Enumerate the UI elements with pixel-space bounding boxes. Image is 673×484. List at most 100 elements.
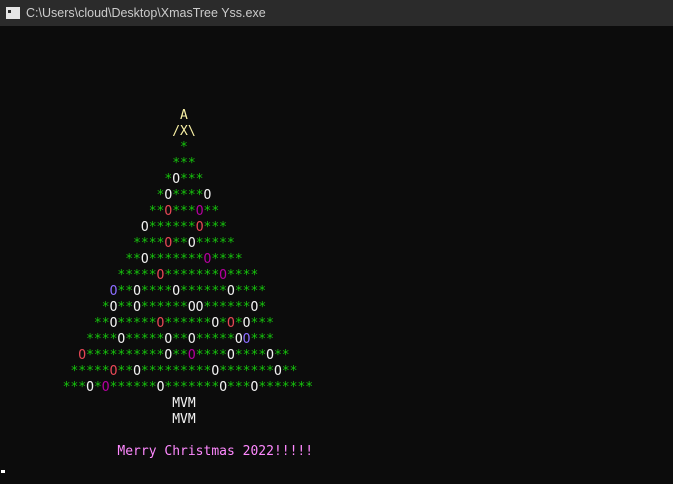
tree-text-segment: ****** <box>180 284 227 299</box>
tree-text-segment: Merry Christmas 2022!!!!! <box>117 444 314 459</box>
tree-text-segment: **** <box>211 252 243 267</box>
tree-text-segment: *** <box>203 220 227 235</box>
tree-text-segment: *** <box>250 316 274 331</box>
tree-text-segment: O <box>234 332 243 347</box>
tree-row: **O***O** <box>0 204 313 220</box>
tree-text-segment: O <box>187 348 196 363</box>
tree-text-segment: O <box>86 380 94 395</box>
title-bar: C:\Users\cloud\Desktop\XmasTree Yss.exe <box>0 0 673 26</box>
tree-text-segment: ** <box>203 204 220 219</box>
tree-row: O**O****O******O**** <box>0 284 313 300</box>
tree-text-segment: O <box>133 364 141 379</box>
tree-text-segment: *** <box>172 156 196 171</box>
tree-text-segment: ***** <box>125 332 165 347</box>
tree-text-segment: O <box>227 284 235 299</box>
tree-row: *****O**O*********O*******O** <box>0 364 313 380</box>
console-app-icon <box>6 7 20 19</box>
tree-text-segment: ** <box>93 316 110 331</box>
tree-text-segment: ****** <box>140 300 188 315</box>
tree-row: MVM <box>0 412 313 428</box>
tree-text-segment: O <box>273 364 282 379</box>
tree-text-segment: O <box>211 316 220 331</box>
tree-row: * <box>0 140 313 156</box>
tree-text-segment: O <box>78 348 87 363</box>
tree-text-segment: * <box>234 316 243 331</box>
tree-text-segment: ******* <box>148 252 204 267</box>
tree-row: O******O*** <box>0 220 313 236</box>
tree-text-segment: O <box>203 188 212 203</box>
tree-text-segment: ***** <box>70 364 110 379</box>
tree-text-segment: *** <box>62 380 87 395</box>
tree-text-segment: **** <box>133 236 165 251</box>
tree-text-segment: OO <box>187 300 204 315</box>
tree-row: /X\ <box>0 124 313 140</box>
tree-text-segment: O <box>133 300 141 315</box>
console-area[interactable]: A /X\ * *** *O*** *O****O **O***O** O***… <box>0 26 673 484</box>
tree-text-segment: ***** <box>117 316 157 331</box>
window-title: C:\Users\cloud\Desktop\XmasTree Yss.exe <box>26 6 266 20</box>
tree-text-segment: ***** <box>195 332 235 347</box>
tree-text-segment: ** <box>281 364 298 379</box>
tree-text-segment: ** <box>117 284 134 299</box>
tree-row: *O****O <box>0 188 313 204</box>
tree-text-segment: ** <box>125 252 141 267</box>
tree-text-segment: ** <box>172 236 188 251</box>
tree-text-segment: O <box>140 252 149 267</box>
text-cursor <box>1 470 5 473</box>
tree-row: *****O*******O**** <box>0 268 313 284</box>
tree-text-segment: O <box>227 316 235 331</box>
tree-text-segment: ***** <box>195 236 235 251</box>
tree-text-segment: ********* <box>140 364 212 379</box>
tree-text-segment: O <box>266 348 274 363</box>
tree-text-segment: O <box>195 220 204 235</box>
tree-text-segment: O <box>101 380 110 395</box>
tree-text-segment: O <box>187 236 196 251</box>
tree-row: ****O**O***** <box>0 236 313 252</box>
tree-text-segment: ******* <box>219 364 274 379</box>
tree-text-segment: ******* <box>258 380 314 395</box>
tree-row: *O**O******OO******O* <box>0 300 313 316</box>
tree-text-segment: ****** <box>109 380 157 395</box>
tree-text-segment: O <box>211 364 220 379</box>
tree-text-segment: * <box>258 300 267 315</box>
tree-text-segment: O <box>140 220 149 235</box>
tree-text-segment: O <box>227 348 235 363</box>
tree-row: MVM <box>0 396 313 412</box>
tree-text-segment: * <box>180 140 188 155</box>
tree-text-segment: **** <box>234 348 267 363</box>
tree-text-segment: O <box>172 172 181 187</box>
tree-text-segment: ** <box>148 204 165 219</box>
tree-text-segment: **** <box>172 188 204 203</box>
tree-text-segment: *** <box>227 380 251 395</box>
tree-text-segment: * <box>101 300 110 315</box>
tree-row: *** <box>0 156 313 172</box>
tree-text-segment: ****** <box>203 300 251 315</box>
tree-text-segment: **** <box>86 332 118 347</box>
tree-text-segment: O <box>195 204 204 219</box>
tree-row: ***O*O******O*******O***O******* <box>0 380 314 396</box>
tree-row: **O*****O******O*O*O*** <box>0 316 313 332</box>
tree-text-segment: O <box>219 380 228 395</box>
tree-text-segment: MVM <box>172 396 196 411</box>
tree-text-segment: ******* <box>164 380 220 395</box>
tree-text-segment: ********** <box>86 348 165 363</box>
tree-text-segment: ** <box>273 348 290 363</box>
tree-text-segment: O <box>187 332 196 347</box>
tree-row: A <box>0 108 313 124</box>
tree-text-segment: O <box>219 268 227 283</box>
tree-row: O**********O**O****O****O** <box>0 348 313 364</box>
tree-text-segment: *** <box>250 332 274 347</box>
tree-row: ****O*****O**O*****OO*** <box>0 332 313 348</box>
xmas-tree-output: A /X\ * *** *O*** *O****O **O***O** O***… <box>0 108 314 460</box>
tree-text-segment: A <box>180 108 188 123</box>
tree-text-segment: *** <box>180 172 204 187</box>
tree-text-segment: **** <box>234 284 267 299</box>
tree-text-segment: **** <box>195 348 228 363</box>
tree-text-segment: ***** <box>117 268 157 283</box>
tree-row: **O*******O**** <box>0 252 313 268</box>
tree-text-segment: ** <box>117 300 134 315</box>
tree-text-segment: ** <box>172 332 188 347</box>
tree-text-segment: ****** <box>148 220 196 235</box>
tree-text-segment: O <box>172 284 181 299</box>
tree-text-segment: * <box>93 380 102 395</box>
